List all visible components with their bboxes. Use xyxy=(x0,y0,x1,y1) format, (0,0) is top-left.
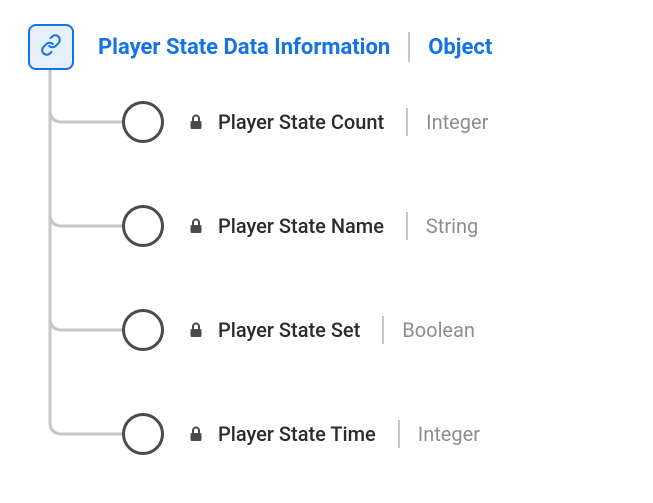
schema-field[interactable]: Player State Set Boolean xyxy=(28,278,628,382)
separator xyxy=(406,212,408,240)
field-type: String xyxy=(426,214,478,238)
schema-field[interactable]: Player State Name String xyxy=(28,174,628,278)
separator xyxy=(408,32,410,62)
lock-icon xyxy=(188,425,204,443)
schema-field[interactable]: Player State Time Integer xyxy=(28,382,628,486)
root-type: Object xyxy=(428,35,492,60)
children-container: Player State Count Integer Player State … xyxy=(28,70,628,486)
root-label-group: Player State Data Information Object xyxy=(98,32,492,62)
field-content: Player State Count Integer xyxy=(188,108,488,136)
field-content: Player State Name String xyxy=(188,212,478,240)
root-icon-box xyxy=(28,24,74,70)
field-node-circle xyxy=(122,413,164,455)
field-label: Player State Time xyxy=(218,422,376,446)
field-node-circle xyxy=(122,205,164,247)
field-content: Player State Time Integer xyxy=(188,420,480,448)
field-type: Boolean xyxy=(402,318,475,342)
field-node-circle xyxy=(122,309,164,351)
lock-icon xyxy=(188,321,204,339)
schema-field[interactable]: Player State Count Integer xyxy=(28,70,628,174)
field-type: Integer xyxy=(418,422,480,446)
field-label: Player State Name xyxy=(218,214,384,238)
field-label: Player State Count xyxy=(218,110,384,134)
field-type: Integer xyxy=(426,110,488,134)
field-label: Player State Set xyxy=(218,318,360,342)
separator xyxy=(398,420,400,448)
link-icon xyxy=(40,34,62,60)
separator xyxy=(406,108,408,136)
schema-root[interactable]: Player State Data Information Object xyxy=(28,24,492,70)
lock-icon xyxy=(188,113,204,131)
field-node-circle xyxy=(122,101,164,143)
root-title: Player State Data Information xyxy=(98,35,390,60)
separator xyxy=(382,316,384,344)
lock-icon xyxy=(188,217,204,235)
field-content: Player State Set Boolean xyxy=(188,316,475,344)
